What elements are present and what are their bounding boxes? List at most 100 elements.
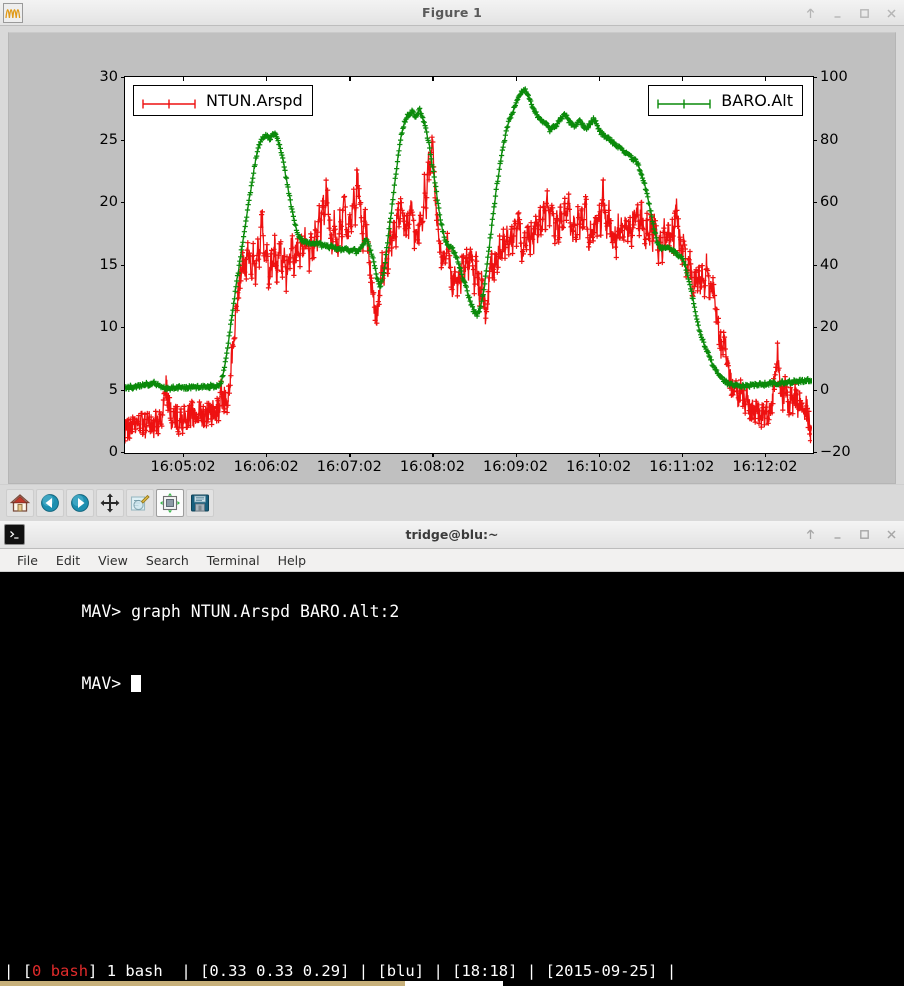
status-sep: | (433, 962, 443, 980)
save-button[interactable] (186, 489, 214, 517)
status-sep: | (4, 962, 14, 980)
subplots-button[interactable] (156, 489, 184, 517)
status-window-name: bash (41, 962, 89, 980)
status-sep: | (358, 962, 369, 980)
taskbar-segment (503, 981, 904, 986)
axis-tick-inner (266, 77, 268, 81)
legend-marker-ntun-arspd (141, 95, 197, 108)
axis-tick (121, 452, 125, 454)
minimize-icon[interactable] (831, 7, 844, 20)
status-host: [blu] (377, 962, 425, 980)
terminal-prompt: MAV> (81, 602, 132, 621)
x-axis-tick-label: 16:10:02 (566, 459, 632, 475)
menu-item-terminal[interactable]: Terminal (198, 551, 269, 570)
terminal-line: MAV> graph NTUN.Arspd BARO.Alt:2 (2, 576, 904, 648)
block-cursor (131, 675, 142, 692)
terminal-titlebar[interactable]: tridge@blu:~ (0, 521, 904, 549)
menu-item-file[interactable]: File (8, 551, 47, 570)
x-axis-tick-label: 16:05:02 (150, 459, 216, 475)
terminal-menubar: File Edit View Search Terminal Help (0, 549, 904, 572)
menu-item-view[interactable]: View (89, 551, 137, 570)
series-baro-alt (125, 86, 812, 393)
axis-tick (681, 453, 684, 457)
terminal-prompt: MAV> (81, 674, 132, 693)
axis-tick-label: 40 (820, 256, 839, 273)
axis-tick-label: −20 (820, 444, 851, 460)
axis-tick-label: 0 (820, 381, 830, 398)
axis-tick (183, 453, 185, 457)
terminal-window-controls (804, 521, 898, 547)
terminal-title: tridge@blu:~ (405, 527, 499, 542)
axis-tick (266, 453, 268, 457)
axis-tick-label: 20 (99, 194, 118, 210)
axis-tick-label: 30 (99, 69, 118, 85)
axis-tick-inner (432, 77, 434, 81)
axis-tick (813, 452, 817, 454)
legend-baro-alt: BARO.Alt (648, 85, 803, 116)
axis-tick-label: 0 (108, 444, 118, 460)
matplotlib-canvas[interactable]: NTUN.Arspd BARO.Alt 0 5 10 15 20 25 30 −20 0 20 4… (8, 32, 896, 484)
menu-item-search[interactable]: Search (137, 551, 198, 570)
menu-item-edit[interactable]: Edit (47, 551, 89, 570)
minimize-icon[interactable] (831, 528, 844, 541)
close-icon[interactable] (885, 528, 898, 541)
x-axis-tick-label: 16:12:02 (732, 459, 798, 475)
terminal-screen[interactable]: MAV> graph NTUN.Arspd BARO.Alt:2 MAV> (0, 572, 904, 956)
status-window-list: 1 bash (106, 962, 163, 980)
axis-tick (121, 77, 125, 79)
axis-tick-inner (598, 77, 600, 81)
maximize-icon[interactable] (858, 528, 871, 541)
axis-tick-inner (681, 77, 684, 81)
forward-button[interactable] (66, 489, 94, 517)
figure-body: NTUN.Arspd BARO.Alt 0 5 10 15 20 25 30 −20 0 20 4… (0, 26, 904, 484)
axis-tick (349, 453, 351, 457)
axis-tick (813, 389, 817, 391)
menu-item-help[interactable]: Help (269, 551, 316, 570)
status-load: [0.33 0.33 0.29] (200, 962, 350, 980)
pan-button[interactable] (96, 489, 124, 517)
figure-title: Figure 1 (422, 5, 482, 20)
maximize-icon[interactable] (858, 7, 871, 20)
legend-label-ntun-arspd: NTUN.Arspd (206, 91, 303, 110)
axis-tick (121, 202, 125, 204)
figure-titlebar[interactable]: Figure 1 (0, 0, 904, 26)
plot-area[interactable]: NTUN.Arspd BARO.Alt 0 5 10 15 20 25 30 −20 0 20 4… (100, 69, 851, 475)
axis-tick-label: 25 (99, 131, 118, 148)
figure-window-controls (804, 0, 898, 26)
axis-tick-inner (349, 77, 351, 81)
zoom-button[interactable] (126, 489, 154, 517)
terminal-window: tridge@blu:~ File Edit View Search Terminal H… (0, 521, 904, 986)
taskbar (0, 981, 904, 986)
status-time: [18:18] (452, 962, 518, 980)
status-window-open: [ (22, 962, 33, 980)
axis-tick (121, 264, 125, 266)
taskbar-segment-active (405, 981, 503, 986)
x-axis-tick-label: 16:06:02 (233, 459, 299, 475)
legend-label-baro-alt: BARO.Alt (721, 91, 793, 110)
back-button[interactable] (36, 489, 64, 517)
status-sep: | (666, 962, 677, 980)
axis-tick (813, 77, 817, 79)
axis-tick (813, 264, 817, 266)
axis-tick-label: 100 (820, 69, 848, 85)
series-ntun-arspd (125, 134, 812, 444)
axis-tick (432, 453, 434, 457)
close-icon[interactable] (885, 7, 898, 20)
shade-icon[interactable] (804, 528, 817, 541)
axis-tick (813, 327, 817, 329)
series-markers (125, 86, 812, 393)
axis-tick (515, 453, 517, 457)
shade-icon[interactable] (804, 7, 817, 20)
axis-tick (598, 453, 600, 457)
screen: Figure 1 NTUN.Arspd BARO.Alt 0 5 10 15 2… (0, 0, 904, 986)
taskbar-segment (0, 981, 405, 986)
x-axis-tick-label: 16:07:02 (316, 459, 382, 475)
axis-tick (813, 202, 817, 204)
axis-tick-label: 5 (108, 381, 118, 398)
home-button[interactable] (6, 489, 34, 517)
axis-tick-inner (183, 77, 185, 81)
axis-tick (121, 327, 125, 329)
axis-tick-label: 15 (99, 256, 118, 273)
status-sep: | (181, 962, 191, 980)
status-window-index: 0 (32, 962, 42, 980)
